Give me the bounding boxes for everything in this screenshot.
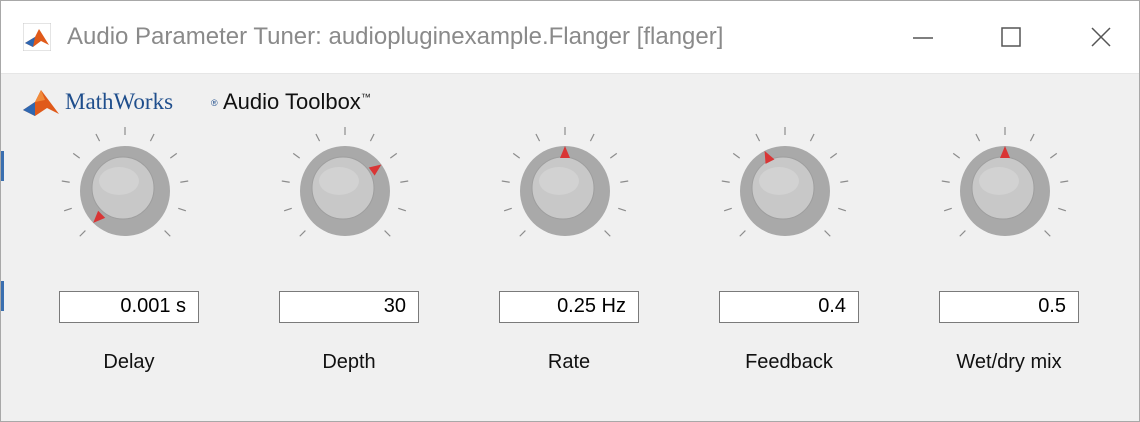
rate-knob[interactable] bbox=[495, 121, 635, 261]
delay-knob[interactable] bbox=[55, 121, 195, 261]
wet-dry-mix-label: Wet/dry mix bbox=[956, 351, 1062, 373]
close-icon bbox=[1091, 27, 1111, 47]
knob-highlight bbox=[539, 167, 579, 195]
matlab-membrane-logo bbox=[23, 90, 59, 116]
depth-value-field[interactable]: 30 bbox=[279, 291, 419, 323]
parameter-3: 0.4 Feedback bbox=[665, 121, 885, 401]
feedback-knob[interactable] bbox=[715, 121, 855, 261]
delay-value-field[interactable]: 0.001 s bbox=[59, 291, 199, 323]
feedback-value-field[interactable]: 0.4 bbox=[719, 291, 859, 323]
wet-dry-mix-knob[interactable] bbox=[935, 121, 1075, 261]
title-bar[interactable]: Audio Parameter Tuner: audiopluginexampl… bbox=[1, 1, 1139, 74]
rate-label: Rate bbox=[547, 351, 591, 373]
rate-value-field[interactable]: 0.25 Hz bbox=[499, 291, 639, 323]
parameter-2: 0.25 Hz Rate bbox=[445, 121, 665, 401]
brand-product: Audio Toolbox™ bbox=[223, 89, 371, 114]
maximize-icon bbox=[1001, 27, 1021, 47]
window-edge-accent bbox=[1, 281, 4, 311]
parameter-4: 0.5 Wet/dry mix bbox=[885, 121, 1105, 401]
feedback-label: Feedback bbox=[745, 351, 833, 373]
minimize-icon bbox=[913, 37, 933, 39]
depth-knob[interactable] bbox=[275, 121, 415, 261]
knob-highlight bbox=[99, 167, 139, 195]
depth-label: Depth bbox=[322, 351, 376, 373]
window-edge-accent bbox=[1, 151, 4, 181]
knob-highlight bbox=[759, 167, 799, 195]
delay-label: Delay bbox=[103, 351, 155, 373]
window-title: Audio Parameter Tuner: audiopluginexampl… bbox=[67, 23, 724, 50]
minimize-button[interactable] bbox=[893, 15, 953, 59]
app-window: Audio Parameter Tuner: audiopluginexampl… bbox=[0, 0, 1140, 422]
parameter-1: 30 Depth bbox=[225, 121, 445, 401]
wet-dry-mix-value-field[interactable]: 0.5 bbox=[939, 291, 1079, 323]
matlab-icon bbox=[23, 23, 51, 51]
close-button[interactable] bbox=[1071, 15, 1131, 59]
maximize-button[interactable] bbox=[981, 15, 1041, 59]
knob-highlight bbox=[979, 167, 1019, 195]
parameter-0: 0.001 s Delay bbox=[5, 121, 225, 401]
brand-separator-dot: ® bbox=[211, 98, 218, 108]
knob-highlight bbox=[319, 167, 359, 195]
brand-company: MathWorks bbox=[65, 89, 174, 114]
